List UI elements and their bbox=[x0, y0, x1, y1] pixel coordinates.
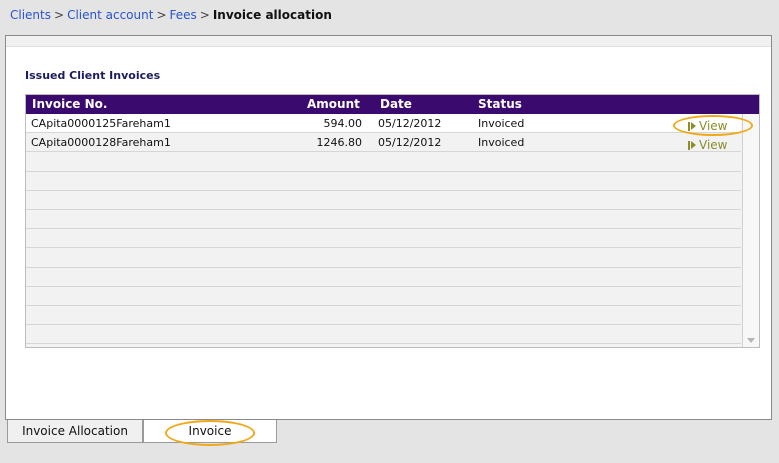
empty-row bbox=[26, 229, 741, 249]
table-body: CApita0000125Fareham1 594.00 05/12/2012 … bbox=[26, 114, 741, 345]
empty-row bbox=[26, 325, 741, 345]
empty-row bbox=[26, 152, 741, 172]
header-invoice-no[interactable]: Invoice No. bbox=[32, 97, 107, 111]
table-row[interactable]: CApita0000125Fareham1 594.00 05/12/2012 … bbox=[26, 114, 741, 134]
header-amount[interactable]: Amount bbox=[307, 97, 360, 111]
table-header: Invoice No. Amount Date Status bbox=[26, 95, 759, 114]
cell-invoice-no: CApita0000128Fareham1 bbox=[31, 136, 171, 150]
cell-status: Invoiced bbox=[478, 136, 525, 150]
header-date[interactable]: Date bbox=[380, 97, 412, 111]
cell-amount: 594.00 bbox=[323, 117, 363, 130]
section-title: Issued Client Invoices bbox=[25, 69, 161, 82]
breadcrumb-separator: > bbox=[199, 8, 210, 22]
view-label: View bbox=[699, 138, 728, 152]
play-icon bbox=[688, 141, 690, 150]
empty-row bbox=[26, 287, 741, 306]
main-panel: Issued Client Invoices Invoice No. Amoun… bbox=[5, 35, 772, 420]
empty-row bbox=[26, 268, 741, 287]
cell-amount: 1246.80 bbox=[316, 136, 363, 150]
empty-row bbox=[26, 191, 741, 210]
breadcrumb-separator: > bbox=[156, 8, 167, 22]
cell-date: 05/12/2012 bbox=[378, 117, 442, 130]
header-status[interactable]: Status bbox=[478, 97, 522, 111]
vertical-scrollbar[interactable] bbox=[742, 114, 759, 347]
scroll-down-arrow-icon[interactable] bbox=[747, 338, 755, 343]
tab-invoice-allocation[interactable]: Invoice Allocation bbox=[7, 420, 143, 443]
arrow-right-icon bbox=[691, 141, 696, 149]
invoices-table: Invoice No. Amount Date Status CApita000… bbox=[25, 94, 760, 348]
breadcrumb-clients[interactable]: Clients bbox=[10, 8, 51, 22]
breadcrumb-current: Invoice allocation bbox=[212, 8, 332, 22]
empty-row bbox=[26, 306, 741, 326]
cell-invoice-no: CApita0000125Fareham1 bbox=[31, 117, 171, 130]
breadcrumb-separator: > bbox=[54, 8, 65, 22]
empty-row bbox=[26, 248, 741, 268]
panel-top-bar bbox=[6, 36, 771, 47]
highlight-circle bbox=[165, 420, 255, 446]
view-invoice-link[interactable]: View bbox=[688, 138, 727, 152]
breadcrumb: Clients > Client account > Fees > Invoice allo… bbox=[10, 8, 332, 22]
breadcrumb-client-account[interactable]: Client account bbox=[67, 8, 153, 22]
cell-date: 05/12/2012 bbox=[378, 136, 442, 150]
empty-row bbox=[26, 172, 741, 191]
empty-row bbox=[26, 210, 741, 230]
breadcrumb-fees[interactable]: Fees bbox=[170, 8, 197, 22]
highlight-circle bbox=[673, 115, 753, 136]
table-row[interactable]: CApita0000128Fareham1 1246.80 05/12/2012… bbox=[26, 133, 741, 153]
bottom-tabs: Invoice Allocation Invoice bbox=[5, 420, 772, 450]
cell-status: Invoiced bbox=[478, 117, 525, 130]
